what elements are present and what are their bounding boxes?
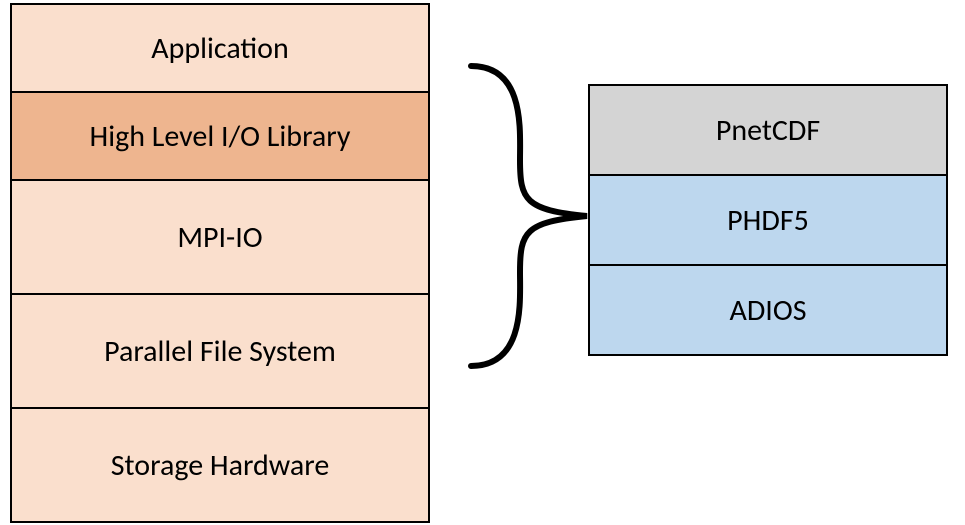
curly-brace-icon xyxy=(465,60,595,372)
library-label: PHDF5 xyxy=(727,202,809,239)
layer-label: MPI-IO xyxy=(177,219,262,256)
layer-high-level-io-library: High Level I/O Library xyxy=(10,91,430,181)
layer-mpi-io: MPI-IO xyxy=(10,179,430,295)
library-label: ADIOS xyxy=(729,292,806,329)
library-adios: ADIOS xyxy=(588,264,948,356)
io-library-list: PnetCDF PHDF5 ADIOS xyxy=(588,84,948,356)
diagram-container: Application High Level I/O Library MPI-I… xyxy=(0,0,965,525)
library-phdf5: PHDF5 xyxy=(588,174,948,266)
layer-storage-hardware: Storage Hardware xyxy=(10,407,430,523)
layer-label: Application xyxy=(151,30,288,67)
layer-parallel-file-system: Parallel File System xyxy=(10,293,430,409)
layer-application: Application xyxy=(10,3,430,93)
layer-label: Parallel File System xyxy=(104,333,336,370)
library-pnetcdf: PnetCDF xyxy=(588,84,948,176)
library-label: PnetCDF xyxy=(716,112,820,149)
layer-label: High Level I/O Library xyxy=(90,118,351,155)
io-stack: Application High Level I/O Library MPI-I… xyxy=(10,3,430,523)
layer-label: Storage Hardware xyxy=(111,447,330,484)
